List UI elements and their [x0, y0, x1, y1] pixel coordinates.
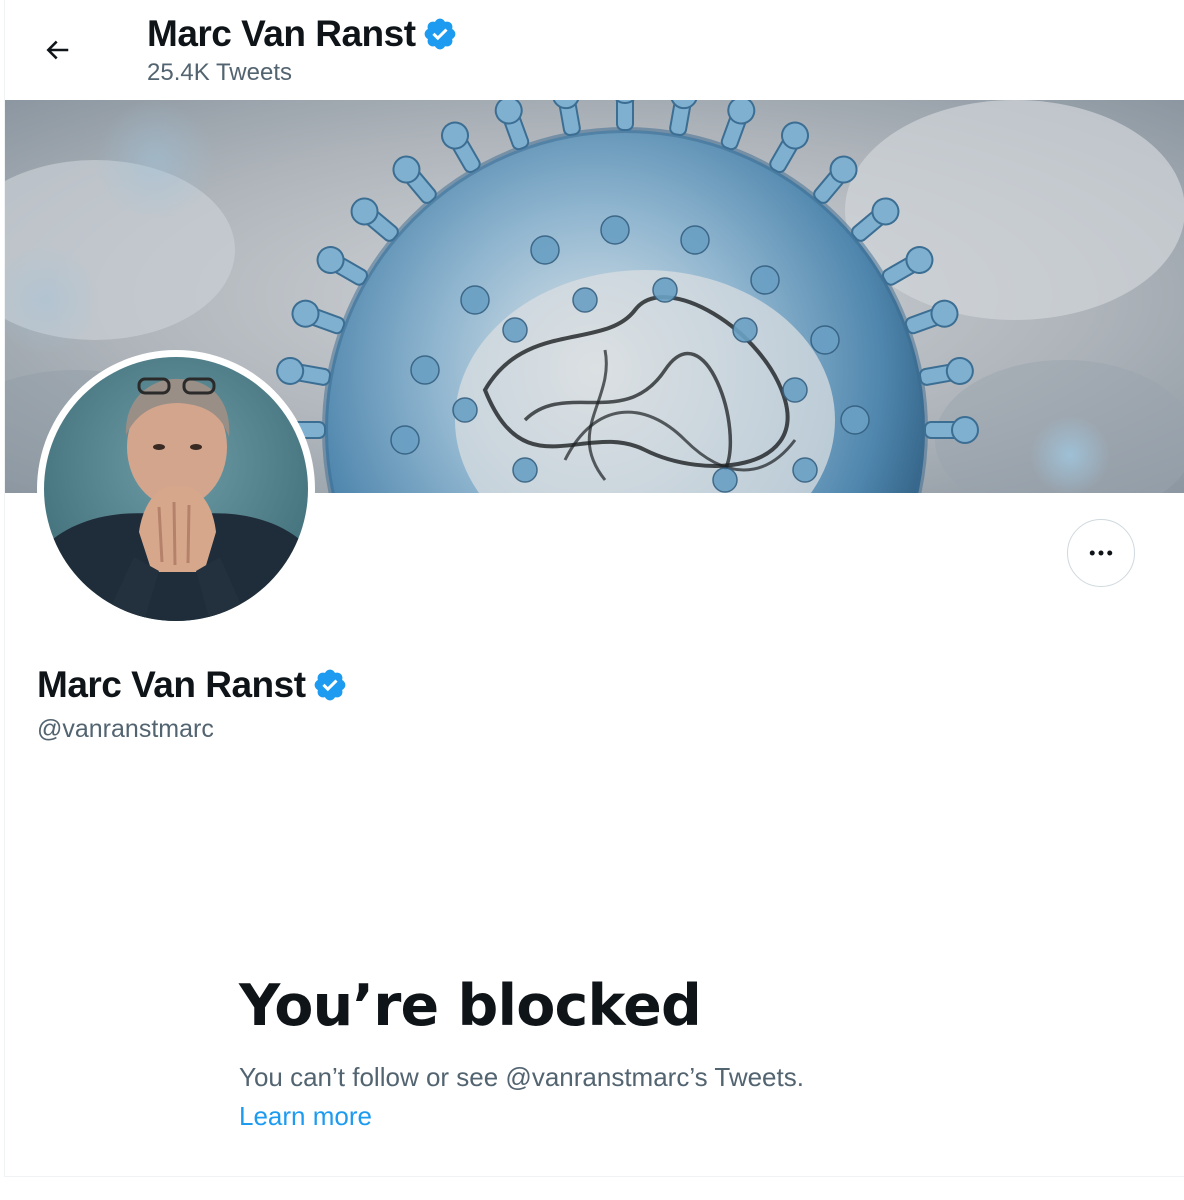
back-button[interactable] — [31, 24, 83, 76]
learn-more-link[interactable]: Learn more — [239, 1099, 372, 1133]
header-title: Marc Van Ranst — [147, 12, 458, 56]
header-display-name: Marc Van Ranst — [147, 13, 416, 54]
profile-display-name: Marc Van Ranst — [37, 664, 306, 705]
verified-badge-icon — [424, 18, 455, 50]
profile-avatar[interactable] — [37, 350, 315, 628]
more-options-button[interactable] — [1067, 519, 1135, 587]
profile-handle: @vanranstmarc — [37, 715, 214, 743]
profile-display-name-row: Marc Van Ranst — [37, 662, 348, 708]
profile-header-bar: Marc Van Ranst 25.4K Tweets — [5, 0, 1184, 100]
profile-page: Marc Van Ranst 25.4K Tweets Marc Van Ran… — [4, 0, 1184, 1177]
blocked-message: You can’t follow or see @vanranstmarc’s … — [239, 1062, 804, 1092]
arrow-left-icon — [46, 40, 69, 60]
verified-badge-icon — [314, 669, 345, 701]
avatar-photo — [44, 357, 308, 621]
tweet-count: 25.4K Tweets — [147, 59, 292, 86]
more-dots-icon — [1089, 550, 1113, 556]
blocked-title: You’re blocked — [239, 973, 702, 1039]
